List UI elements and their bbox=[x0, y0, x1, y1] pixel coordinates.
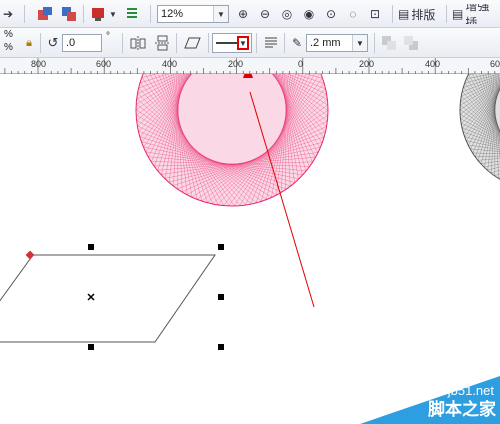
outline-width-dropdown-icon[interactable]: ▼ bbox=[352, 35, 367, 51]
zoom-all-button[interactable]: ◉ bbox=[300, 4, 318, 24]
annotation-arrow-head bbox=[243, 74, 253, 78]
toolbar-separator bbox=[256, 33, 257, 53]
zoom-level-combo[interactable]: 12% ▼ bbox=[157, 5, 229, 23]
toolbar-separator bbox=[83, 5, 84, 23]
degree-symbol: ° bbox=[106, 31, 110, 42]
zoom-all-icon: ◉ bbox=[303, 7, 315, 21]
zoom-in-icon: ⊕ bbox=[237, 7, 249, 21]
zoom-page-icon: ⊙ bbox=[325, 7, 337, 21]
ruler-label: 600 bbox=[490, 59, 500, 69]
outline-style-dropdown-icon[interactable]: ▼ bbox=[237, 36, 249, 50]
zoom-width-icon: ◌ bbox=[349, 7, 357, 21]
to-back-button[interactable] bbox=[402, 33, 420, 53]
rotation-center-mark[interactable] bbox=[87, 293, 95, 301]
property-bar: % % 🔒︎ ↺ .0 ° ▼ ✎ .2 mm ▼ bbox=[0, 28, 500, 58]
layout-button[interactable]: ▤ 排版 bbox=[398, 4, 442, 24]
options-list-button[interactable] bbox=[122, 4, 142, 24]
mirror-horizontal-button[interactable] bbox=[128, 33, 148, 53]
toolbar-separator bbox=[150, 5, 151, 23]
enhance-icon: ▤ bbox=[452, 7, 464, 21]
zoom-height-icon: ⊡ bbox=[369, 7, 381, 21]
selection-handle-bottom-right[interactable] bbox=[218, 344, 224, 350]
selection-handle-bottom[interactable] bbox=[88, 344, 94, 350]
rotation-icon: ↺ bbox=[47, 35, 59, 50]
skew-icon bbox=[184, 37, 201, 49]
mirror-vertical-icon bbox=[155, 35, 170, 51]
ruler-tick-marks bbox=[4, 58, 496, 74]
solid-line-preview bbox=[216, 42, 238, 44]
drawing-canvas[interactable] bbox=[0, 74, 500, 424]
zoom-height-button[interactable]: ⊡ bbox=[366, 4, 384, 24]
zoom-selected-icon: ◎ bbox=[281, 7, 293, 21]
launcher-dropdown-icon[interactable]: ▼ bbox=[108, 4, 118, 24]
import-button[interactable] bbox=[34, 4, 56, 24]
toolbar-separator bbox=[24, 5, 25, 23]
mirror-horizontal-icon bbox=[130, 36, 146, 51]
zoom-in-button[interactable]: ⊕ bbox=[234, 4, 252, 24]
scale-percent-label: % bbox=[4, 29, 13, 40]
parallelogram-shape[interactable] bbox=[0, 254, 216, 343]
ruler-label: 600 bbox=[96, 59, 112, 69]
to-front-icon bbox=[382, 36, 396, 50]
ruler-label: 200 bbox=[228, 59, 244, 69]
horizontal-ruler[interactable]: 800 600 400 200 0 200 400 600 bbox=[0, 58, 500, 74]
toolbar-separator bbox=[40, 33, 41, 53]
zoom-level-value: 12% bbox=[161, 8, 184, 20]
ruler-label: 400 bbox=[425, 59, 441, 69]
outline-pen-icon: ✎ bbox=[291, 36, 303, 50]
ruler-label: 0 bbox=[298, 59, 304, 69]
pink-line-circle[interactable] bbox=[135, 74, 329, 207]
watermark-name-text: 脚本之家 bbox=[428, 400, 496, 420]
layout-label: 排版 bbox=[411, 7, 436, 22]
gray-line-circle[interactable] bbox=[459, 74, 500, 190]
layout-icon: ▤ bbox=[398, 7, 410, 21]
ruler-label: 200 bbox=[359, 59, 375, 69]
rotation-angle-value: .0 bbox=[66, 37, 76, 49]
export-icon bbox=[62, 7, 76, 21]
zoom-out-icon: ⊖ bbox=[259, 7, 271, 21]
scale-percent-label: % bbox=[4, 42, 13, 53]
toolbar-separator bbox=[374, 33, 375, 53]
toolbar-separator bbox=[208, 33, 209, 53]
zoom-dropdown-icon[interactable]: ▼ bbox=[213, 6, 228, 22]
outline-style-selector[interactable]: ▼ bbox=[212, 33, 252, 53]
to-front-button[interactable] bbox=[380, 33, 398, 53]
redo-arrow-icon[interactable]: ➔ bbox=[0, 4, 16, 24]
enhance-button[interactable]: ▤ 增强插 bbox=[452, 4, 500, 24]
toolbar-separator bbox=[176, 33, 177, 53]
skew-button[interactable] bbox=[182, 33, 204, 53]
outline-width-value: .2 mm bbox=[310, 37, 341, 49]
list-icon bbox=[127, 8, 137, 18]
selection-handle-top-right[interactable] bbox=[218, 244, 224, 250]
toolbar-separator bbox=[392, 5, 393, 23]
shape-node-handle[interactable] bbox=[25, 250, 35, 260]
application-launcher-button[interactable] bbox=[88, 4, 108, 24]
zoom-out-button[interactable]: ⊖ bbox=[256, 4, 274, 24]
export-button[interactable] bbox=[58, 4, 80, 24]
zoom-page-button[interactable]: ⊙ bbox=[322, 4, 340, 24]
launcher-icon bbox=[92, 8, 104, 21]
line-ends-button[interactable] bbox=[262, 33, 280, 53]
enhance-label: 增强插 bbox=[465, 4, 490, 24]
import-icon bbox=[38, 7, 52, 20]
outline-width-combo[interactable]: .2 mm ▼ bbox=[306, 34, 368, 52]
mirror-vertical-button[interactable] bbox=[152, 33, 172, 53]
toolbar-separator bbox=[284, 33, 285, 53]
ruler-label: 400 bbox=[162, 59, 178, 69]
zoom-selected-button[interactable]: ◎ bbox=[278, 4, 296, 24]
to-back-icon bbox=[404, 36, 418, 50]
selection-handle-right[interactable] bbox=[218, 294, 224, 300]
rotation-angle-input[interactable]: .0 bbox=[62, 34, 102, 52]
line-ends-icon bbox=[265, 37, 277, 48]
ruler-label: 800 bbox=[31, 59, 47, 69]
toolbar-separator bbox=[446, 5, 447, 23]
standard-toolbar: ➔ ▼ 12% ▼ ⊕ ⊖ ◎ ◉ ⊙ ◌ ⊡ ▤ 排版 ▤ 增强插 bbox=[0, 0, 500, 28]
toolbar-separator bbox=[122, 33, 123, 53]
lock-ratio-icon[interactable]: 🔒︎ bbox=[22, 33, 36, 53]
zoom-width-button[interactable]: ◌ bbox=[344, 4, 362, 24]
selection-handle-top[interactable] bbox=[88, 244, 94, 250]
